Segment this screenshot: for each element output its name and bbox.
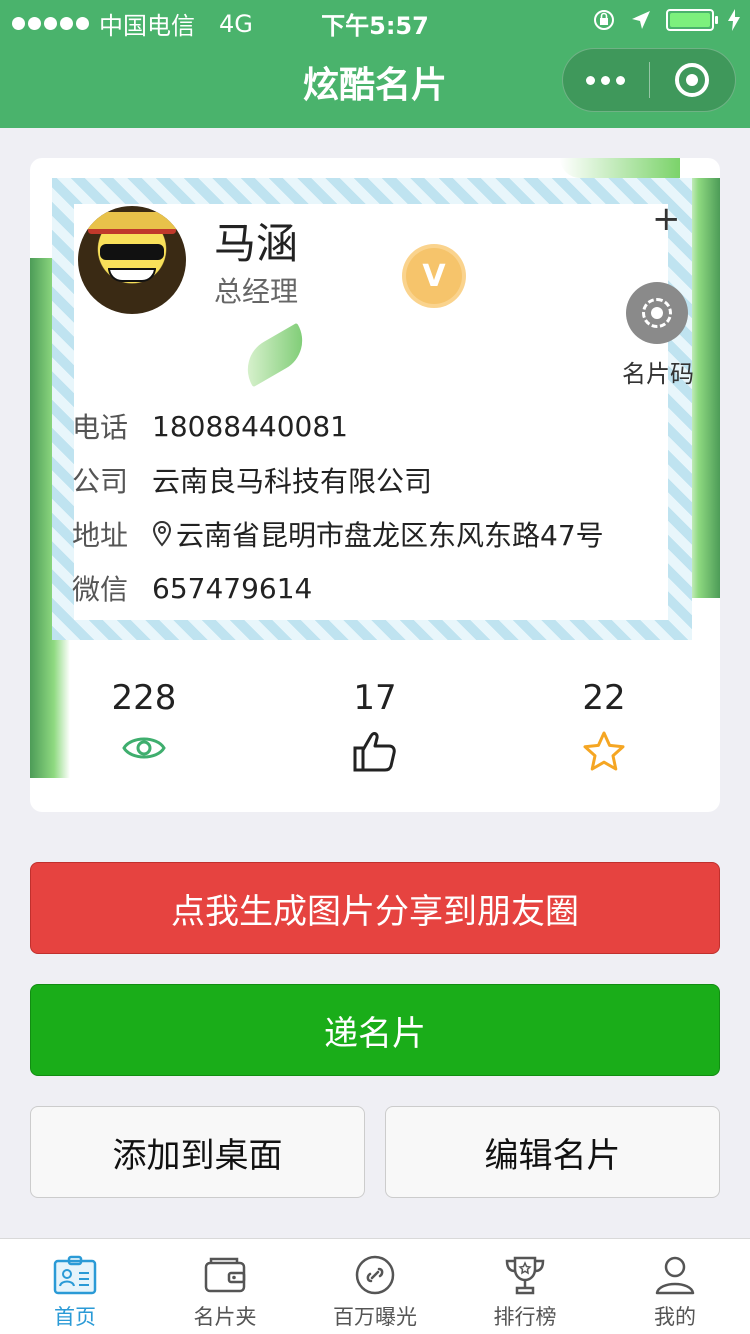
id-card-icon <box>53 1255 97 1295</box>
card-code-icon <box>642 298 672 328</box>
tab-ranking[interactable]: 排行榜 <box>450 1239 600 1334</box>
star-icon <box>583 731 625 771</box>
likes-count: 17 <box>353 678 397 718</box>
info-label: 微信 <box>72 573 129 606</box>
user-icon <box>655 1256 695 1295</box>
favorites-stat[interactable]: 22 <box>534 678 674 774</box>
more-button[interactable] <box>563 49 649 111</box>
eye-icon <box>122 737 166 759</box>
thumbs-up-icon <box>353 732 396 772</box>
favorites-count: 22 <box>582 678 626 718</box>
close-target-icon <box>675 63 710 97</box>
location-arrow-icon <box>632 11 650 29</box>
card-stats: 228 17 22 <box>30 678 720 788</box>
rotation-lock-icon <box>594 10 614 30</box>
likes-stat[interactable]: 17 <box>305 678 445 774</box>
tab-label: 排行榜 <box>493 1305 557 1329</box>
phone-value: 18088440081 <box>152 409 348 443</box>
trophy-icon <box>505 1256 545 1295</box>
info-row-company: 公司 云南良马科技有限公司 <box>72 460 432 500</box>
company-value: 云南良马科技有限公司 <box>152 465 433 498</box>
tab-label: 首页 <box>54 1305 96 1329</box>
info-label: 公司 <box>72 465 129 498</box>
tab-label: 我的 <box>654 1305 696 1329</box>
charging-bolt-icon <box>728 9 740 31</box>
tab-card-holder[interactable]: 名片夹 <box>150 1239 300 1334</box>
wallet-icon <box>204 1257 246 1293</box>
verified-badge-icon: V <box>406 248 462 304</box>
add-to-desktop-button[interactable]: 添加到桌面 <box>30 1106 365 1198</box>
close-button[interactable] <box>650 49 736 111</box>
status-bar: 中国电信 4G 下午5:57 <box>0 0 750 40</box>
qr-code-label[interactable]: 名片码 <box>622 354 694 389</box>
edit-card-button[interactable]: 编辑名片 <box>385 1106 720 1198</box>
info-label: 地址 <box>72 519 129 552</box>
add-button[interactable]: + <box>652 202 681 236</box>
tab-label: 百万曝光 <box>333 1305 417 1329</box>
tab-bar: 首页 名片夹 百万曝光 排行榜 我的 <box>0 1238 750 1334</box>
wechat-value: 657479614 <box>152 571 313 605</box>
card-job-title: 总经理 <box>214 275 299 308</box>
top-bar: 中国电信 4G 下午5:57 炫酷名片 <box>0 0 750 128</box>
info-row-address[interactable]: 地址 云南省昆明市盘龙区东风东路47号 <box>72 514 604 554</box>
mini-program-capsule <box>562 48 736 112</box>
views-stat[interactable]: 228 <box>74 678 214 774</box>
qr-code-button[interactable] <box>626 282 688 344</box>
share-to-moments-button[interactable]: 点我生成图片分享到朋友圈 <box>30 862 720 954</box>
info-row-wechat: 微信 657479614 <box>72 568 312 608</box>
location-pin-icon <box>152 521 172 547</box>
views-count: 228 <box>111 678 177 718</box>
avatar[interactable] <box>78 206 186 314</box>
battery-icon <box>666 9 718 31</box>
tab-mine[interactable]: 我的 <box>600 1239 750 1334</box>
tab-label: 名片夹 <box>193 1305 257 1329</box>
leaf-decoration <box>560 158 680 178</box>
business-card: 马涵 总经理 V + 名片码 电话 18088440081 公司 云南良马科技有… <box>30 158 720 812</box>
info-label: 电话 <box>72 411 129 444</box>
pass-card-button[interactable]: 递名片 <box>30 984 720 1076</box>
address-value: 云南省昆明市盘龙区东风东路47号 <box>176 519 604 552</box>
tab-home[interactable]: 首页 <box>0 1239 150 1334</box>
info-row-phone[interactable]: 电话 18088440081 <box>72 406 348 446</box>
tab-exposure[interactable]: 百万曝光 <box>300 1239 450 1334</box>
link-circle-icon <box>355 1255 395 1295</box>
card-name: 马涵 <box>214 219 299 268</box>
